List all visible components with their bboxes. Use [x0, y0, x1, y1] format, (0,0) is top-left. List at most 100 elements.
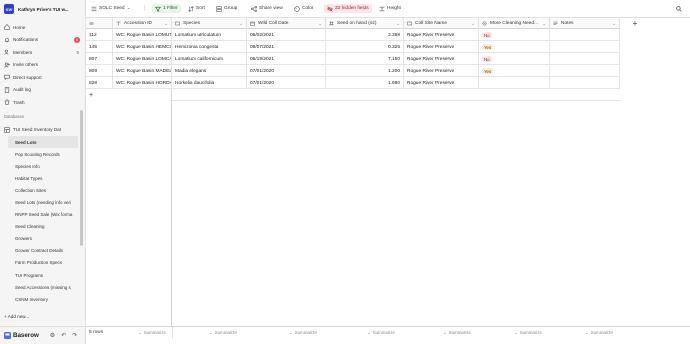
chevron-down-icon[interactable]: ⌄	[164, 21, 168, 27]
cell-notes[interactable]	[550, 53, 620, 65]
table-item[interactable]: Farm Production Specs	[8, 257, 78, 269]
summarize-cleaning[interactable]: ⌄ Summarize	[514, 330, 542, 336]
summarize-site[interactable]: ⌄ Summarize	[443, 330, 471, 336]
summarize-notes[interactable]: ⌄ Summarize	[585, 330, 613, 336]
cell-more-cleaning[interactable]: No	[479, 29, 550, 41]
hidden-fields-button[interactable]: 32 hidden fields	[324, 4, 372, 13]
cell-accession-id[interactable]: WC: Rogue Basin MADEL	[113, 65, 172, 77]
cell-accession-id[interactable]: WC: Rogue Basin LOMUT	[113, 29, 172, 41]
column-header-more-cleaning[interactable]: More Cleaning Need... ⌄	[479, 18, 550, 29]
sidebar-item-notifications[interactable]: Notifications 6	[0, 34, 86, 47]
chevron-down-icon[interactable]: ⌄	[239, 21, 243, 27]
column-header-accession-id[interactable]: Accession ID ⌄	[113, 18, 172, 29]
summarize-accession[interactable]: ⌄ Summarize	[138, 330, 166, 336]
settings-icon[interactable]: ⚙	[50, 332, 55, 339]
column-header-wild-coll-date[interactable]: Wild Coll Date ⌄	[247, 18, 326, 29]
chevron-down-icon[interactable]: ⌄	[612, 21, 616, 27]
cell-seed-on-hand[interactable]: 1.200	[326, 65, 404, 77]
cell-wild-coll-date[interactable]: 09/07/2021	[247, 41, 326, 53]
cell-more-cleaning[interactable]: No	[479, 53, 550, 65]
sidebar-item-trash[interactable]: Trash	[0, 96, 86, 109]
chevron-down-icon[interactable]: ⌄	[471, 21, 475, 27]
table-row[interactable]: Madia elegans 07/01/2020 1.200 Rogue Riv…	[172, 65, 620, 77]
cell-more-cleaning[interactable]	[479, 77, 550, 89]
view-more-icon[interactable]: ⋮	[142, 6, 147, 11]
view-selector[interactable]: SOLC Seed ⌄	[91, 6, 131, 12]
sidebar-item-audit-log[interactable]: Audit log	[0, 84, 86, 97]
sort-button[interactable]: Sort	[188, 5, 205, 12]
cell-more-cleaning[interactable]: Yes	[479, 41, 550, 53]
sidebar-item-members[interactable]: Members 5	[0, 46, 86, 59]
add-field-button[interactable]: +	[620, 18, 650, 29]
cell-species[interactable]: Horkelia daucifolia	[172, 77, 247, 89]
cell-wild-coll-date[interactable]: 06/19/2021	[247, 53, 326, 65]
table-row[interactable]: 809 WC: Rogue Basin MADEL	[86, 65, 172, 77]
table-item[interactable]: Seed Accessions (missing s	[8, 281, 78, 293]
cell-accession-id[interactable]: WC: Rogue Basin HEMCO	[113, 41, 172, 53]
table-item[interactable]: Growers	[8, 233, 78, 245]
table-row[interactable]: Horkelia daucifolia 07/01/2020 1.690 Rog…	[172, 77, 620, 89]
cell-species[interactable]: Madia elegans	[172, 65, 247, 77]
summarize-wild-date[interactable]: ⌄ Summarize	[289, 330, 317, 336]
workspace-switcher[interactable]: KW Kathryn Prive's TUI w...	[4, 3, 84, 15]
column-header-species[interactable]: Species ⌄	[172, 18, 247, 29]
table-item[interactable]: Species Info	[8, 160, 78, 172]
color-button[interactable]: Color	[294, 5, 313, 12]
table-row[interactable]: Lomatium californicum 06/19/2021 7.150 R…	[172, 53, 620, 65]
table-item[interactable]: CSNM Inventory	[8, 293, 78, 305]
add-row-button[interactable]: +	[86, 89, 171, 101]
cell-wild-coll-date[interactable]: 07/01/2020	[247, 77, 326, 89]
table-row[interactable]: 828 WC: Rogue Basin HORDA	[86, 77, 172, 89]
sidebar-item-home[interactable]: Home	[0, 21, 86, 34]
cell-seed-on-hand[interactable]: 3.358	[326, 29, 404, 41]
table-row[interactable]: 145 WC: Rogue Basin HEMCO	[86, 41, 172, 53]
chevron-down-icon[interactable]: ⌄	[542, 21, 546, 27]
table-item[interactable]: Seed Cleaning	[8, 221, 78, 233]
cell-coll-site-name[interactable]: Rogue River Preserve	[404, 65, 479, 77]
cell-accession-id[interactable]: WC: Rogue Basin LOMCA	[113, 53, 172, 65]
summarize-seed-on-hand[interactable]: ⌄ Summarize	[367, 330, 395, 336]
chevron-down-icon[interactable]: ⌄	[396, 21, 400, 27]
table-row[interactable]: Lomatium utriculatum 06/02/2021 3.358 Ro…	[172, 29, 620, 41]
table-item[interactable]: TUI Programs	[8, 269, 78, 281]
cell-species[interactable]: Lomatium californicum	[172, 53, 247, 65]
chevron-down-icon[interactable]: ⌄	[318, 21, 322, 27]
sidebar-item-support[interactable]: Direct support	[0, 71, 86, 84]
table-item-seed-lots[interactable]: Seed Lots	[8, 136, 78, 149]
column-header-notes[interactable]: Notes ⌄	[550, 18, 620, 29]
table-item[interactable]: Seed Lots (needing info veri	[8, 196, 78, 208]
summarize-species[interactable]: ⌄ Summarize	[209, 330, 237, 336]
column-header-seed-on-hand[interactable]: Seed on hand (oz) ⌄	[326, 18, 404, 29]
table-item[interactable]: RNPP Seed Sale (Wix forma	[8, 209, 78, 221]
cell-seed-on-hand[interactable]: 7.150	[326, 53, 404, 65]
cell-accession-id[interactable]: WC: Rogue Basin HORDA	[113, 77, 172, 89]
add-row-area[interactable]	[172, 89, 620, 101]
cell-species[interactable]: Hemizonia congesta	[172, 41, 247, 53]
table-item[interactable]: Grower Contract Details	[8, 245, 78, 257]
row-height-button[interactable]: Height	[379, 6, 401, 12]
group-button[interactable]: Group	[216, 5, 237, 12]
column-header-coll-site-name[interactable]: Coll Site Name ⌄	[404, 18, 479, 29]
table-item[interactable]: Habitat Types	[8, 172, 78, 184]
cell-wild-coll-date[interactable]: 07/01/2020	[247, 65, 326, 77]
share-view-button[interactable]: Share view	[251, 5, 283, 12]
database-item[interactable]: TUI Seed Inventory Dat	[4, 124, 61, 135]
cell-coll-site-name[interactable]: Rogue River Preserve	[404, 29, 479, 41]
sidebar-scrollbar[interactable]	[80, 110, 83, 246]
cell-notes[interactable]	[550, 77, 620, 89]
table-row[interactable]: 807 WC: Rogue Basin LOMCA	[86, 53, 172, 65]
cell-wild-coll-date[interactable]: 06/02/2021	[247, 29, 326, 41]
cell-seed-on-hand[interactable]: 1.690	[326, 77, 404, 89]
search-icon[interactable]	[676, 5, 684, 12]
table-item[interactable]: Pop Scouting Records	[8, 148, 78, 160]
cell-coll-site-name[interactable]: Rogue River Preserve	[404, 41, 479, 53]
cell-coll-site-name[interactable]: Rogue River Preserve	[404, 77, 479, 89]
table-row[interactable]: 112 WC: Rogue Basin LOMUT	[86, 29, 172, 41]
cell-notes[interactable]	[550, 29, 620, 41]
table-row[interactable]: Hemizonia congesta 09/07/2021 0.325 Rogu…	[172, 41, 620, 53]
filter-button[interactable]: 1 Filter	[152, 4, 181, 13]
cell-coll-site-name[interactable]: Rogue River Preserve	[404, 53, 479, 65]
cell-notes[interactable]	[550, 65, 620, 77]
undo-icon[interactable]: ↶	[61, 332, 66, 339]
add-new-button[interactable]: + Add new...	[4, 314, 29, 319]
